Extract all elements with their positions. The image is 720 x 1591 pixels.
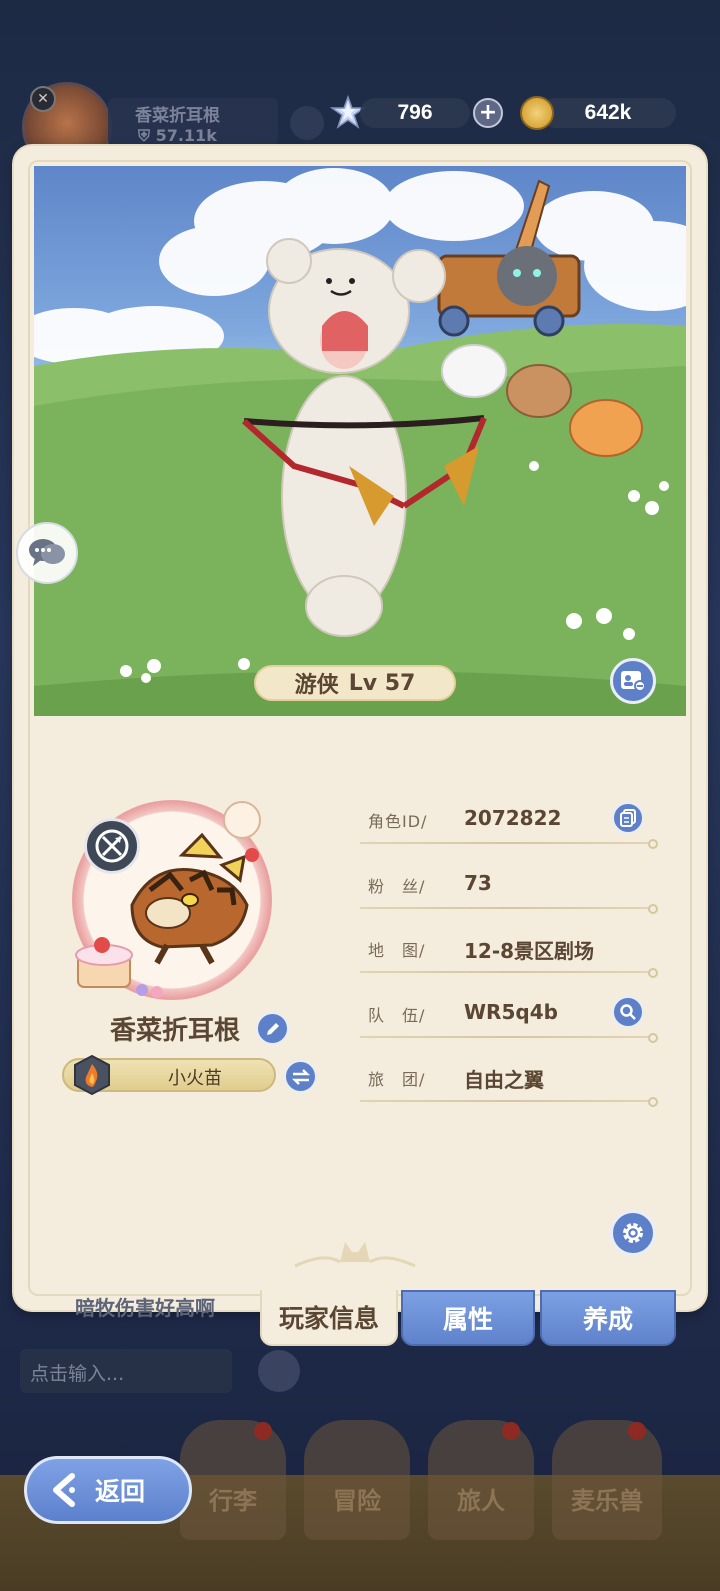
tab-cultivation[interactable]: 养成 bbox=[540, 1290, 676, 1346]
fans-value: 73 bbox=[464, 871, 492, 895]
character-scene bbox=[34, 166, 686, 716]
bg-class-icon: ✕ bbox=[30, 86, 56, 112]
settings-button[interactable] bbox=[610, 1210, 656, 1256]
info-row-fans: 粉 丝/ 73 bbox=[360, 861, 658, 921]
class-badge bbox=[84, 818, 140, 874]
bg-notification-dot bbox=[254, 1422, 272, 1440]
bg-notification-dot bbox=[502, 1422, 520, 1440]
player-title: 小火苗 bbox=[168, 1068, 222, 1089]
info-row-team: 队 伍/ WR5q4b bbox=[360, 990, 658, 1050]
bg-nav-adventure: 冒险 bbox=[304, 1420, 410, 1540]
bg-nav-luggage: 行李 bbox=[180, 1420, 286, 1540]
copy-id-button[interactable] bbox=[612, 802, 644, 834]
guild-value: 自由之翼 bbox=[464, 1068, 544, 1092]
info-row-guild: 旅 团/ 自由之翼 bbox=[360, 1054, 658, 1114]
copy-icon bbox=[620, 809, 636, 827]
cat-ornament-icon bbox=[294, 1242, 416, 1268]
back-label: 返回 bbox=[95, 1477, 146, 1506]
star-currency-value: 796 bbox=[360, 98, 470, 128]
team-value: WR5q4b bbox=[464, 1000, 558, 1024]
search-team-button[interactable] bbox=[612, 996, 644, 1028]
pencil-icon bbox=[266, 1022, 279, 1035]
bg-emoji-icon bbox=[258, 1350, 300, 1392]
coin-currency-icon bbox=[520, 96, 554, 130]
class-name: 游侠 bbox=[294, 673, 339, 698]
role-id-value: 2072822 bbox=[464, 806, 562, 830]
bg-chat-message: 暗牧伤害好高啊 bbox=[75, 1296, 215, 1320]
swap-icon bbox=[291, 1068, 310, 1085]
chat-bubble-button[interactable] bbox=[16, 522, 78, 584]
map-value: 12-8景区剧场 bbox=[464, 939, 595, 963]
bg-player-power: ⛨ 57.11k bbox=[138, 126, 217, 145]
tab-player-info[interactable]: 玩家信息 bbox=[260, 1290, 398, 1346]
switch-title-button[interactable] bbox=[284, 1060, 317, 1093]
flame-badge-icon bbox=[74, 1054, 110, 1096]
bg-player-name: 香菜折耳根 bbox=[135, 106, 220, 126]
class-level-badge: 游侠 Lv 57 bbox=[254, 665, 456, 701]
crossed-arrows-icon bbox=[95, 829, 129, 863]
info-row-role-id: 角色ID/ 2072822 bbox=[360, 796, 658, 856]
add-currency-button[interactable]: + bbox=[473, 98, 503, 128]
back-button[interactable]: 返回 bbox=[24, 1456, 192, 1524]
chat-icon bbox=[29, 539, 65, 566]
search-icon bbox=[620, 1004, 636, 1020]
player-name: 香菜折耳根 bbox=[109, 1016, 240, 1046]
tab-attributes[interactable]: 属性 bbox=[401, 1290, 535, 1346]
bg-chat-input: 点击输入... bbox=[20, 1349, 232, 1393]
back-arrow-icon bbox=[43, 1468, 87, 1512]
id-card-icon bbox=[621, 671, 646, 692]
gear-icon bbox=[623, 1223, 643, 1243]
edit-name-button[interactable] bbox=[256, 1012, 289, 1045]
bg-nav-travelers: 旅人 bbox=[428, 1420, 534, 1540]
info-row-map: 地 图/ 12-8景区剧场 bbox=[360, 925, 658, 985]
bg-emblem-icon bbox=[290, 106, 324, 140]
coin-currency-value: 642k bbox=[540, 98, 676, 128]
bg-notification-dot bbox=[628, 1422, 646, 1440]
bg-nav-pets: 麦乐兽 bbox=[552, 1420, 662, 1540]
class-level: Lv 57 bbox=[348, 670, 416, 696]
profile-card-button[interactable] bbox=[610, 658, 656, 704]
